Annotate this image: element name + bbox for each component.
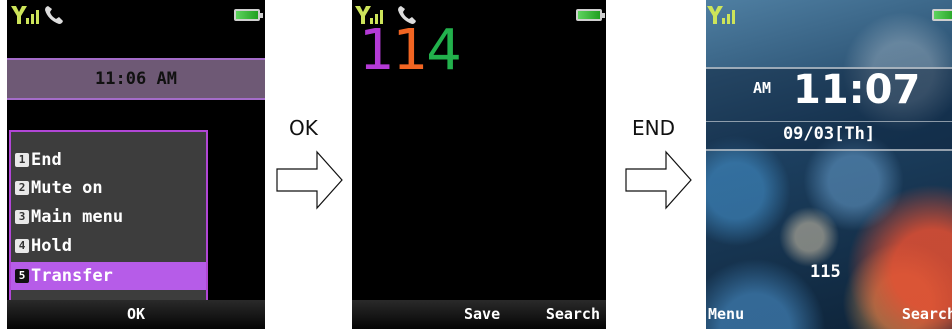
- menu-item-label: Mute on: [31, 178, 103, 198]
- search-soft-key[interactable]: Search: [902, 300, 952, 329]
- battery-icon: [234, 9, 263, 21]
- menu-item-hold[interactable]: 4 Hold: [11, 232, 206, 260]
- menu-item-label: Hold: [31, 236, 72, 256]
- clock-bar: 11:06 AM: [7, 58, 265, 100]
- phone-screen-in-call-menu: 11:06 AM 1 End 2 Mute on 3 Main menu 4 Hold …: [7, 0, 265, 329]
- dialed-number: 115: [810, 262, 841, 282]
- search-soft-key[interactable]: Search: [546, 300, 600, 329]
- status-bar: [706, 0, 952, 30]
- menu-soft-key[interactable]: Menu: [708, 300, 744, 329]
- ok-soft-key[interactable]: OK: [7, 300, 265, 329]
- battery-icon: [932, 9, 952, 21]
- signal-icon: [11, 6, 39, 24]
- dialed-number: 114: [359, 18, 462, 83]
- status-bar: [7, 0, 265, 30]
- number-badge: 3: [15, 210, 29, 224]
- clock-widget: AM 11:07 09/03[Th]: [706, 67, 952, 151]
- arrow-label-end: END: [632, 116, 675, 140]
- clock-time: 11:07: [793, 67, 921, 113]
- menu-item-label: Main menu: [31, 207, 124, 227]
- battery-icon: [576, 9, 605, 21]
- soft-key-bar: OK: [7, 300, 265, 329]
- number-badge: 1: [15, 153, 29, 167]
- number-badge: 5: [15, 269, 29, 283]
- menu-item-transfer[interactable]: 5 Transfer: [11, 262, 206, 290]
- dialed-digit: 4: [426, 18, 462, 83]
- right-arrow-icon: [276, 150, 343, 210]
- menu-item-label: Transfer: [31, 266, 113, 286]
- dialed-digit: 1: [359, 18, 395, 83]
- arrow-label-ok: OK: [289, 116, 318, 140]
- in-call-options-menu: 1 End 2 Mute on 3 Main menu 4 Hold 5 Transfer: [9, 130, 208, 302]
- number-badge: 2: [15, 181, 29, 195]
- menu-item-end[interactable]: 1 End: [11, 146, 206, 174]
- soft-key-bar: Save Search: [352, 300, 606, 329]
- save-soft-key[interactable]: Save: [464, 300, 500, 329]
- signal-icon: [707, 6, 735, 24]
- number-badge: 4: [15, 239, 29, 253]
- am-pm-indicator: AM: [753, 79, 772, 97]
- right-arrow-icon: [625, 150, 692, 210]
- phone-screen-idle: AM 11:07 09/03[Th] 115 Menu Search: [706, 0, 952, 329]
- call-icon: [45, 6, 63, 24]
- phone-screen-dialer: 114 Save Search: [352, 0, 606, 329]
- menu-item-mute-on[interactable]: 2 Mute on: [11, 174, 206, 202]
- menu-item-label: End: [31, 150, 62, 170]
- clock-date: 09/03[Th]: [706, 121, 952, 144]
- soft-key-bar: Menu Search: [706, 300, 952, 329]
- menu-item-main-menu[interactable]: 3 Main menu: [11, 203, 206, 231]
- dialed-digit: 1: [392, 18, 429, 83]
